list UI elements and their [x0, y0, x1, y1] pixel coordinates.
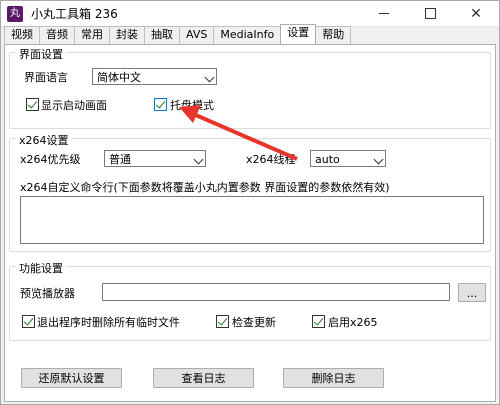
checkmark-icon [217, 315, 228, 326]
app-window: 丸 小丸工具箱 236 ✕ 视频 音频 常用 封装 抽取 AVS MediaIn… [0, 0, 500, 405]
interface-settings-group: 界面设置 界面语言 简体中文 显示启动画面 托盘模式 [9, 46, 491, 129]
window-title: 小丸工具箱 236 [31, 7, 118, 21]
view-log-button[interactable]: 查看日志 [153, 368, 254, 388]
x264-settings-legend: x264设置 [16, 132, 72, 148]
x264-settings-group: x264设置 x264优先级 普通 x264线程 auto x264自定义命令行… [9, 132, 491, 252]
x264-threads-value: auto [315, 153, 340, 166]
x264-priority-label: x264优先级 [20, 153, 81, 166]
delete-temp-label: 退出程序时删除所有临时文件 [37, 316, 180, 329]
show-splash-label: 显示启动画面 [41, 99, 107, 112]
tray-mode-checkbox[interactable] [154, 98, 167, 111]
preview-player-label: 预览播放器 [20, 287, 75, 300]
checkmark-icon [27, 98, 38, 109]
feature-settings-group: 功能设置 预览播放器 ... 退出程序时删除所有临时文件 检查更新 启用x265 [9, 260, 491, 341]
checkmark-icon [23, 315, 34, 326]
checkmark-icon [155, 98, 166, 109]
x264-priority-select[interactable]: 普通 [104, 150, 206, 167]
restore-defaults-button[interactable]: 还原默认设置 [21, 368, 122, 388]
x264-custom-cmd-label: x264自定义命令行(下面参数将覆盖小丸内置参数 界面设置的参数依然有效) [20, 181, 390, 194]
x264-threads-select[interactable]: auto [310, 150, 386, 167]
delete-temp-checkbox[interactable] [22, 315, 35, 328]
delete-log-button[interactable]: 删除日志 [283, 368, 384, 388]
check-update-label: 检查更新 [232, 316, 276, 329]
app-icon: 丸 [7, 5, 23, 22]
show-splash-checkbox[interactable] [26, 98, 39, 111]
x264-threads-label: x264线程 [246, 153, 296, 166]
tab-help[interactable]: 帮助 [315, 26, 352, 44]
maximize-button[interactable] [407, 1, 453, 26]
interface-settings-legend: 界面设置 [16, 46, 66, 62]
feature-settings-legend: 功能设置 [16, 260, 66, 276]
minimize-button[interactable] [361, 1, 407, 26]
language-value: 简体中文 [97, 71, 141, 84]
tab-strip: 视频 音频 常用 封装 抽取 AVS MediaInfo 设置 帮助 [4, 24, 352, 44]
enable-x265-label: 启用x265 [328, 316, 378, 329]
chevron-down-icon [373, 154, 384, 165]
language-label: 界面语言 [24, 71, 68, 84]
tab-settings[interactable]: 设置 [280, 24, 317, 44]
browse-player-button[interactable]: ... [458, 283, 486, 302]
chevron-down-icon [204, 72, 215, 83]
tab-video[interactable]: 视频 [4, 26, 40, 44]
tab-mux[interactable]: 封装 [109, 26, 145, 44]
tab-extract[interactable]: 抽取 [144, 26, 180, 44]
title-bar: 丸 小丸工具箱 236 ✕ [1, 1, 499, 27]
preview-player-input[interactable] [102, 283, 450, 301]
tab-common[interactable]: 常用 [74, 26, 110, 44]
x264-priority-value: 普通 [109, 153, 131, 166]
chevron-down-icon [193, 154, 204, 165]
x264-custom-cmd-textarea[interactable] [20, 196, 484, 244]
tab-audio[interactable]: 音频 [39, 26, 75, 44]
maximize-icon [424, 8, 436, 19]
checkmark-icon [313, 315, 324, 326]
close-icon: ✕ [470, 5, 482, 22]
tab-avs[interactable]: AVS [179, 26, 215, 44]
close-button[interactable]: ✕ [453, 1, 499, 26]
settings-panel: 界面设置 界面语言 简体中文 显示启动画面 托盘模式 x264设置 x264优先… [4, 44, 496, 402]
enable-x265-checkbox[interactable] [312, 315, 325, 328]
minimize-icon [379, 13, 389, 14]
tray-mode-label: 托盘模式 [170, 99, 214, 112]
check-update-checkbox[interactable] [216, 315, 229, 328]
language-select[interactable]: 简体中文 [92, 68, 217, 85]
tab-mediainfo[interactable]: MediaInfo [213, 26, 282, 44]
